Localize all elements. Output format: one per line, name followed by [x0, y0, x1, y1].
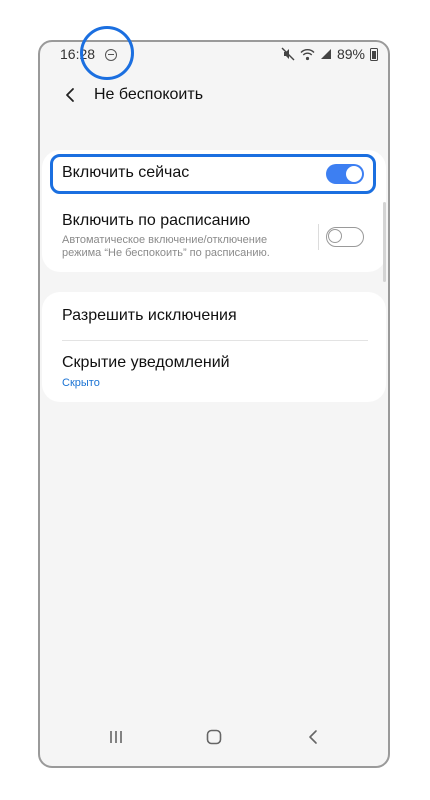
schedule-description-line1: Автоматическое включение/отключение [62, 234, 268, 246]
schedule-label: Включить по расписанию [62, 212, 251, 229]
status-time: 16:28 [60, 46, 96, 62]
schedule-row[interactable]: Включить по расписанию Автоматическое вк… [42, 200, 386, 268]
mute-icon [281, 47, 295, 61]
hide-notifications-value: Скрыто [62, 377, 100, 389]
settings-card-main: Включить сейчас Включить по расписанию А… [42, 150, 386, 272]
hide-notifications-row[interactable]: Скрытие уведомлений Скрыто [42, 341, 386, 399]
app-header: Не беспокоить [40, 80, 388, 110]
wifi-icon [300, 48, 315, 60]
phone-frame: 16:28 89% Не беспокоить Включить сейчас … [38, 40, 390, 768]
exceptions-label: Разрешить исключения [62, 307, 237, 324]
home-icon[interactable] [204, 727, 224, 747]
navigation-bar [40, 722, 388, 752]
enable-now-row[interactable]: Включить сейчас [42, 150, 386, 198]
recent-apps-icon[interactable] [106, 727, 126, 747]
enable-now-label: Включить сейчас [62, 164, 190, 181]
battery-icon [370, 47, 378, 61]
settings-card-secondary: Разрешить исключения Скрытие уведомлений… [42, 292, 386, 402]
back-arrow-icon[interactable] [62, 86, 80, 104]
status-bar: 16:28 89% [40, 42, 388, 68]
do-not-disturb-icon [105, 49, 117, 61]
enable-now-toggle[interactable] [326, 164, 364, 184]
page-title: Не беспокоить [94, 86, 204, 103]
exceptions-row[interactable]: Разрешить исключения [42, 292, 386, 340]
vertical-divider [318, 224, 319, 250]
hide-notifications-label: Скрытие уведомлений [62, 354, 230, 371]
signal-icon [320, 49, 331, 59]
battery-percent: 89% [336, 46, 365, 62]
schedule-toggle[interactable] [326, 227, 364, 247]
schedule-description-line2: режима “Не беспокоить” по расписанию. [62, 247, 270, 259]
scrollbar[interactable] [383, 202, 386, 282]
status-icons: 89% [281, 46, 378, 62]
back-nav-icon[interactable] [304, 727, 324, 747]
